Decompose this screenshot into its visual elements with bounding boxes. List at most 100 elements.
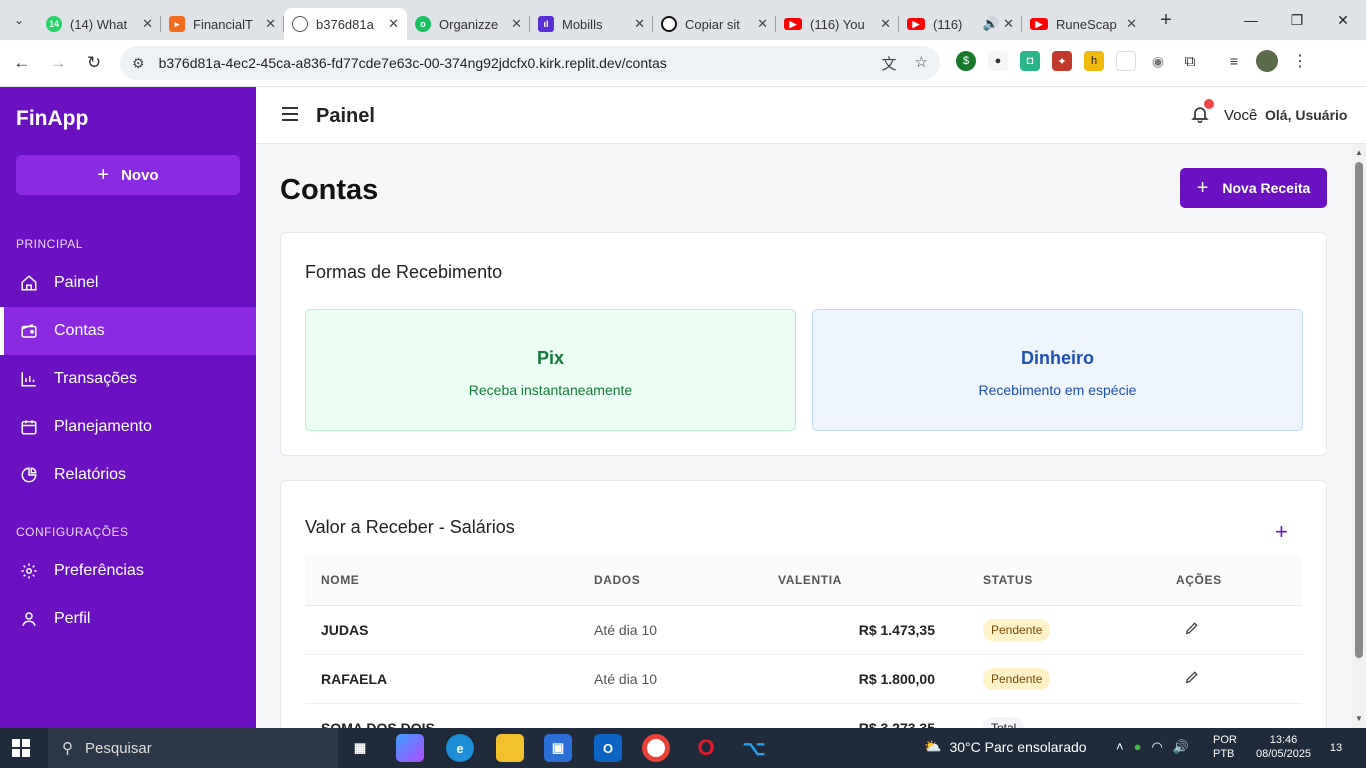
puzzle-icon[interactable]: ⧉	[1180, 51, 1200, 71]
section-principal: PRINCIPAL	[16, 237, 83, 251]
close-icon[interactable]: ✕	[1003, 16, 1014, 32]
windows-start-icon[interactable]	[12, 739, 30, 757]
close-icon[interactable]: ✕	[880, 16, 891, 32]
dinheiro-card[interactable]: Dinheiro Recebimento em espécie	[812, 309, 1303, 431]
speaker-icon[interactable]: 🔊	[983, 16, 999, 32]
nova-receita-button[interactable]: + Nova Receita	[1180, 168, 1327, 208]
volume-icon[interactable]: 🔊	[1173, 739, 1189, 755]
browser-tab[interactable]: Copiar sit ✕	[653, 8, 776, 40]
taskbar-search[interactable]: ⚲ Pesquisar	[48, 728, 338, 768]
sidebar-item-transacoes[interactable]: Transações	[0, 355, 256, 403]
new-tab-button[interactable]: +	[1151, 9, 1181, 32]
total-badge: Total	[983, 716, 1025, 728]
close-icon[interactable]: ✕	[388, 16, 399, 32]
extension-dog-icon[interactable]: ●	[988, 51, 1008, 71]
payment-methods-card: Formas de Recebimento Pix Receba instant…	[280, 232, 1327, 456]
user-greeting[interactable]: Olá, Usuário	[1265, 107, 1347, 123]
cell-dados: -	[578, 703, 762, 728]
file-explorer-icon[interactable]	[496, 734, 524, 762]
tab-search-button[interactable]: ⌄	[0, 0, 38, 40]
site-info-icon[interactable]: ⚙	[132, 55, 145, 72]
more-menu-icon[interactable]: ⋮	[1290, 51, 1310, 71]
system-tray: ˄ ● ◠ 🔊	[1116, 739, 1189, 755]
close-window-icon[interactable]: ✕	[1320, 0, 1366, 40]
taskbar-clock[interactable]: 13:46 08/05/2025	[1256, 733, 1311, 761]
extension-yellow-icon[interactable]: h	[1084, 51, 1104, 71]
store-icon[interactable]: ▣	[544, 734, 572, 762]
sidebar-item-painel[interactable]: Painel	[0, 259, 256, 307]
wifi-icon[interactable]: ◠	[1151, 739, 1162, 755]
url-input[interactable]: ⚙ b376d81a-4ec2-45ca-a836-fd77cde7e63c-0…	[120, 46, 940, 80]
table-header-row: NOME DADOS VALENTIA STATUS AÇÕES	[305, 555, 1302, 606]
user-icon	[20, 610, 38, 628]
youtube-icon: ▶	[1030, 18, 1048, 30]
profile-avatar[interactable]	[1256, 50, 1278, 72]
plus-icon: +	[1196, 176, 1209, 199]
forward-icon[interactable]: →	[40, 53, 76, 73]
back-icon[interactable]: ←	[4, 53, 40, 73]
reload-icon[interactable]: ↻	[76, 53, 112, 73]
opera-icon[interactable]: O	[692, 734, 720, 762]
browser-tab[interactable]: ıl Mobills ✕	[530, 8, 653, 40]
sidebar-item-preferencias[interactable]: Preferências	[0, 547, 256, 595]
close-icon[interactable]: ✕	[1126, 16, 1137, 32]
scroll-down-icon[interactable]: ▼	[1355, 714, 1363, 723]
notification-center-icon[interactable]: 13	[1324, 736, 1348, 760]
scrollbar-thumb[interactable]	[1355, 162, 1363, 658]
bell-icon[interactable]	[1190, 99, 1214, 125]
chrome-icon[interactable]	[642, 734, 670, 762]
sidebar-item-label: Preferências	[54, 562, 144, 579]
sidebar-item-contas[interactable]: Contas	[0, 307, 256, 355]
column-header: NOME	[305, 555, 578, 606]
input-language[interactable]: POR PTB	[1213, 733, 1237, 761]
minimize-icon[interactable]: —	[1228, 0, 1274, 40]
browser-tab[interactable]: 14 (14) What ✕	[38, 8, 161, 40]
pix-card[interactable]: Pix Receba instantaneamente	[305, 309, 796, 431]
sidebar-item-perfil[interactable]: Perfil	[0, 595, 256, 643]
task-view-icon[interactable]: ▦	[346, 734, 374, 762]
organizze-icon: o	[415, 16, 431, 32]
browser-tab[interactable]: ▸ FinancialT ✕	[161, 8, 284, 40]
sidebar-item-relatorios[interactable]: Relatórios	[0, 451, 256, 499]
close-icon[interactable]: ✕	[265, 16, 276, 32]
translate-icon[interactable]: 文	[882, 53, 897, 74]
financial-icon: ▸	[169, 16, 185, 32]
menu-icon[interactable]	[282, 107, 298, 121]
extension-green-icon[interactable]: ◘	[1020, 51, 1040, 71]
user-avatar-label[interactable]: Você	[1224, 107, 1257, 124]
scroll-up-icon[interactable]: ▲	[1355, 148, 1363, 157]
close-icon[interactable]: ✕	[511, 16, 522, 32]
page-scrollbar[interactable]: ▲ ▼	[1352, 144, 1366, 728]
camera-icon[interactable]: ◉	[1148, 51, 1168, 71]
close-icon[interactable]: ✕	[142, 16, 153, 32]
browser-tab[interactable]: o Organizze ✕	[407, 8, 530, 40]
restore-icon[interactable]: ❐	[1274, 0, 1320, 40]
sidebar-item-planejamento[interactable]: Planejamento	[0, 403, 256, 451]
edit-icon[interactable]	[1184, 669, 1200, 688]
browser-tab[interactable]: ▶ (116) 🔊 ✕	[899, 8, 1022, 40]
weather-widget[interactable]: ⛅ 30°C Parc ensolarado	[924, 738, 1087, 755]
close-icon[interactable]: ✕	[634, 16, 645, 32]
sidebar-item-label: Painel	[54, 274, 99, 291]
chevron-up-icon[interactable]: ˄	[1116, 739, 1124, 755]
browser-tab-bar: ⌄ 14 (14) What ✕ ▸ FinancialT ✕ b376d81a ✕ …	[0, 0, 1366, 40]
mobills-icon: ıl	[538, 16, 554, 32]
new-button[interactable]: + Novo	[16, 155, 240, 195]
media-control-icon[interactable]: ≡	[1224, 51, 1244, 71]
browser-tab-active[interactable]: b376d81a ✕	[284, 8, 407, 40]
vscode-icon[interactable]: ⌥	[740, 734, 768, 762]
payment-methods-title: Formas de Recebimento	[305, 262, 503, 282]
browser-tab[interactable]: ▶ RuneScap ✕	[1022, 8, 1145, 40]
extension-red-icon[interactable]: ✦	[1052, 51, 1072, 71]
edge-icon[interactable]: e	[446, 734, 474, 762]
sync-check-icon[interactable]: ●	[1134, 739, 1142, 755]
extension-money-icon[interactable]: $	[956, 51, 976, 71]
add-receivable-icon[interactable]: +	[1275, 519, 1288, 545]
close-icon[interactable]: ✕	[757, 16, 768, 32]
bookmark-star-icon[interactable]: ☆	[915, 53, 928, 74]
extension-blank-icon[interactable]	[1116, 51, 1136, 71]
edit-icon[interactable]	[1184, 620, 1200, 639]
browser-tab[interactable]: ▶ (116) You ✕	[776, 8, 899, 40]
outlook-icon[interactable]: O	[594, 734, 622, 762]
copilot-icon[interactable]	[396, 734, 424, 762]
